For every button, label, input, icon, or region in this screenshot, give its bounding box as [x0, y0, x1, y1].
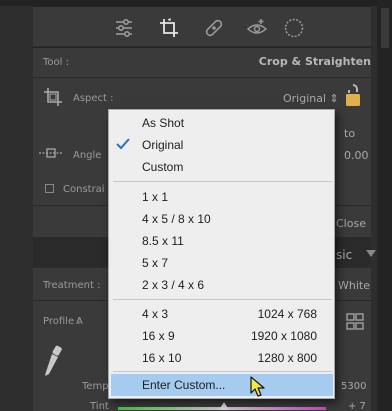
- treatment-label: Treatment :: [43, 280, 101, 291]
- red-eye-icon[interactable]: [246, 17, 268, 39]
- angle-label: Angle: [73, 150, 102, 161]
- unlock-icon[interactable]: [344, 82, 362, 108]
- aspect-dropdown-menu: As Shot Original Custom 1 x 1 4 x 5 / 8 …: [108, 109, 335, 399]
- aspect-label: Aspect :: [73, 93, 114, 104]
- menu-separator: [113, 371, 332, 372]
- white-balance-dropper-icon[interactable]: [40, 344, 66, 380]
- menu-item-4x5[interactable]: 4 x 5 / 8 x 10: [142, 212, 211, 226]
- menu-item-2x3[interactable]: 2 x 3 / 4 x 6: [142, 278, 204, 292]
- auto-button-partial[interactable]: to: [344, 127, 355, 140]
- tool-strip: [33, 6, 371, 46]
- menu-separator: [113, 181, 332, 182]
- scrollbar-thumb[interactable]: [381, 8, 389, 48]
- angle-value[interactable]: 0.00: [344, 149, 369, 162]
- collapse-triangle-icon[interactable]: [366, 250, 376, 257]
- menu-item-16x10[interactable]: 16 x 10: [142, 351, 181, 365]
- tint-value[interactable]: + 7: [348, 401, 366, 411]
- profile-browser-grid-icon[interactable]: [345, 312, 365, 332]
- menu-item-enter-custom[interactable]: Enter Custom...: [142, 378, 225, 392]
- crop-frame-icon[interactable]: [42, 86, 64, 108]
- basic-panel-header-partial[interactable]: sic: [336, 248, 352, 262]
- edit-sliders-icon[interactable]: [113, 17, 135, 39]
- crop-tool-icon[interactable]: [158, 17, 180, 39]
- checkmark-icon: [116, 138, 130, 150]
- tint-slider-thumb[interactable]: [219, 402, 229, 410]
- constrain-checkbox[interactable]: [45, 184, 54, 193]
- menu-item-custom[interactable]: Custom: [142, 160, 183, 174]
- menu-item-16x10-size: 1280 x 800: [257, 351, 317, 365]
- menu-item-8.5x11[interactable]: 8.5 x 11: [142, 234, 184, 248]
- tool-label: Tool :: [43, 57, 69, 68]
- tint-label: Tint: [90, 401, 109, 411]
- temp-label: Temp: [82, 381, 109, 392]
- menu-item-1x1[interactable]: 1 x 1: [142, 190, 168, 204]
- healing-bandage-icon[interactable]: [203, 17, 225, 39]
- mouse-cursor-icon: [250, 376, 266, 398]
- menu-item-16x9-size: 1920 x 1080: [250, 329, 317, 343]
- profile-value-partial[interactable]: A: [76, 316, 83, 327]
- straighten-level-icon[interactable]: [38, 145, 64, 161]
- profile-label: Profile :: [43, 316, 81, 327]
- menu-item-4x3[interactable]: 4 x 3: [142, 307, 168, 321]
- panel-scrollbar[interactable]: [377, 0, 392, 411]
- select-arrows-icon: ⇕: [329, 92, 339, 105]
- aspect-value: Original: [283, 92, 327, 105]
- menu-separator: [113, 299, 332, 300]
- close-button-partial[interactable]: Close: [336, 217, 366, 230]
- aspect-select[interactable]: Original ⇕: [283, 92, 339, 105]
- divider: [33, 77, 371, 78]
- mask-circle-icon[interactable]: [283, 17, 305, 39]
- menu-item-5x7[interactable]: 5 x 7: [142, 256, 168, 270]
- menu-item-as-shot[interactable]: As Shot: [142, 116, 184, 130]
- menu-item-original[interactable]: Original: [142, 138, 183, 152]
- menu-item-4x3-size: 1024 x 768: [257, 307, 317, 321]
- tool-value: Crop & Straighten: [258, 55, 371, 68]
- constrain-label: Constrai: [63, 184, 105, 195]
- temp-value[interactable]: 5300: [341, 381, 366, 392]
- menu-item-16x9[interactable]: 16 x 9: [142, 329, 175, 343]
- treatment-bw-partial[interactable]: White: [338, 279, 370, 292]
